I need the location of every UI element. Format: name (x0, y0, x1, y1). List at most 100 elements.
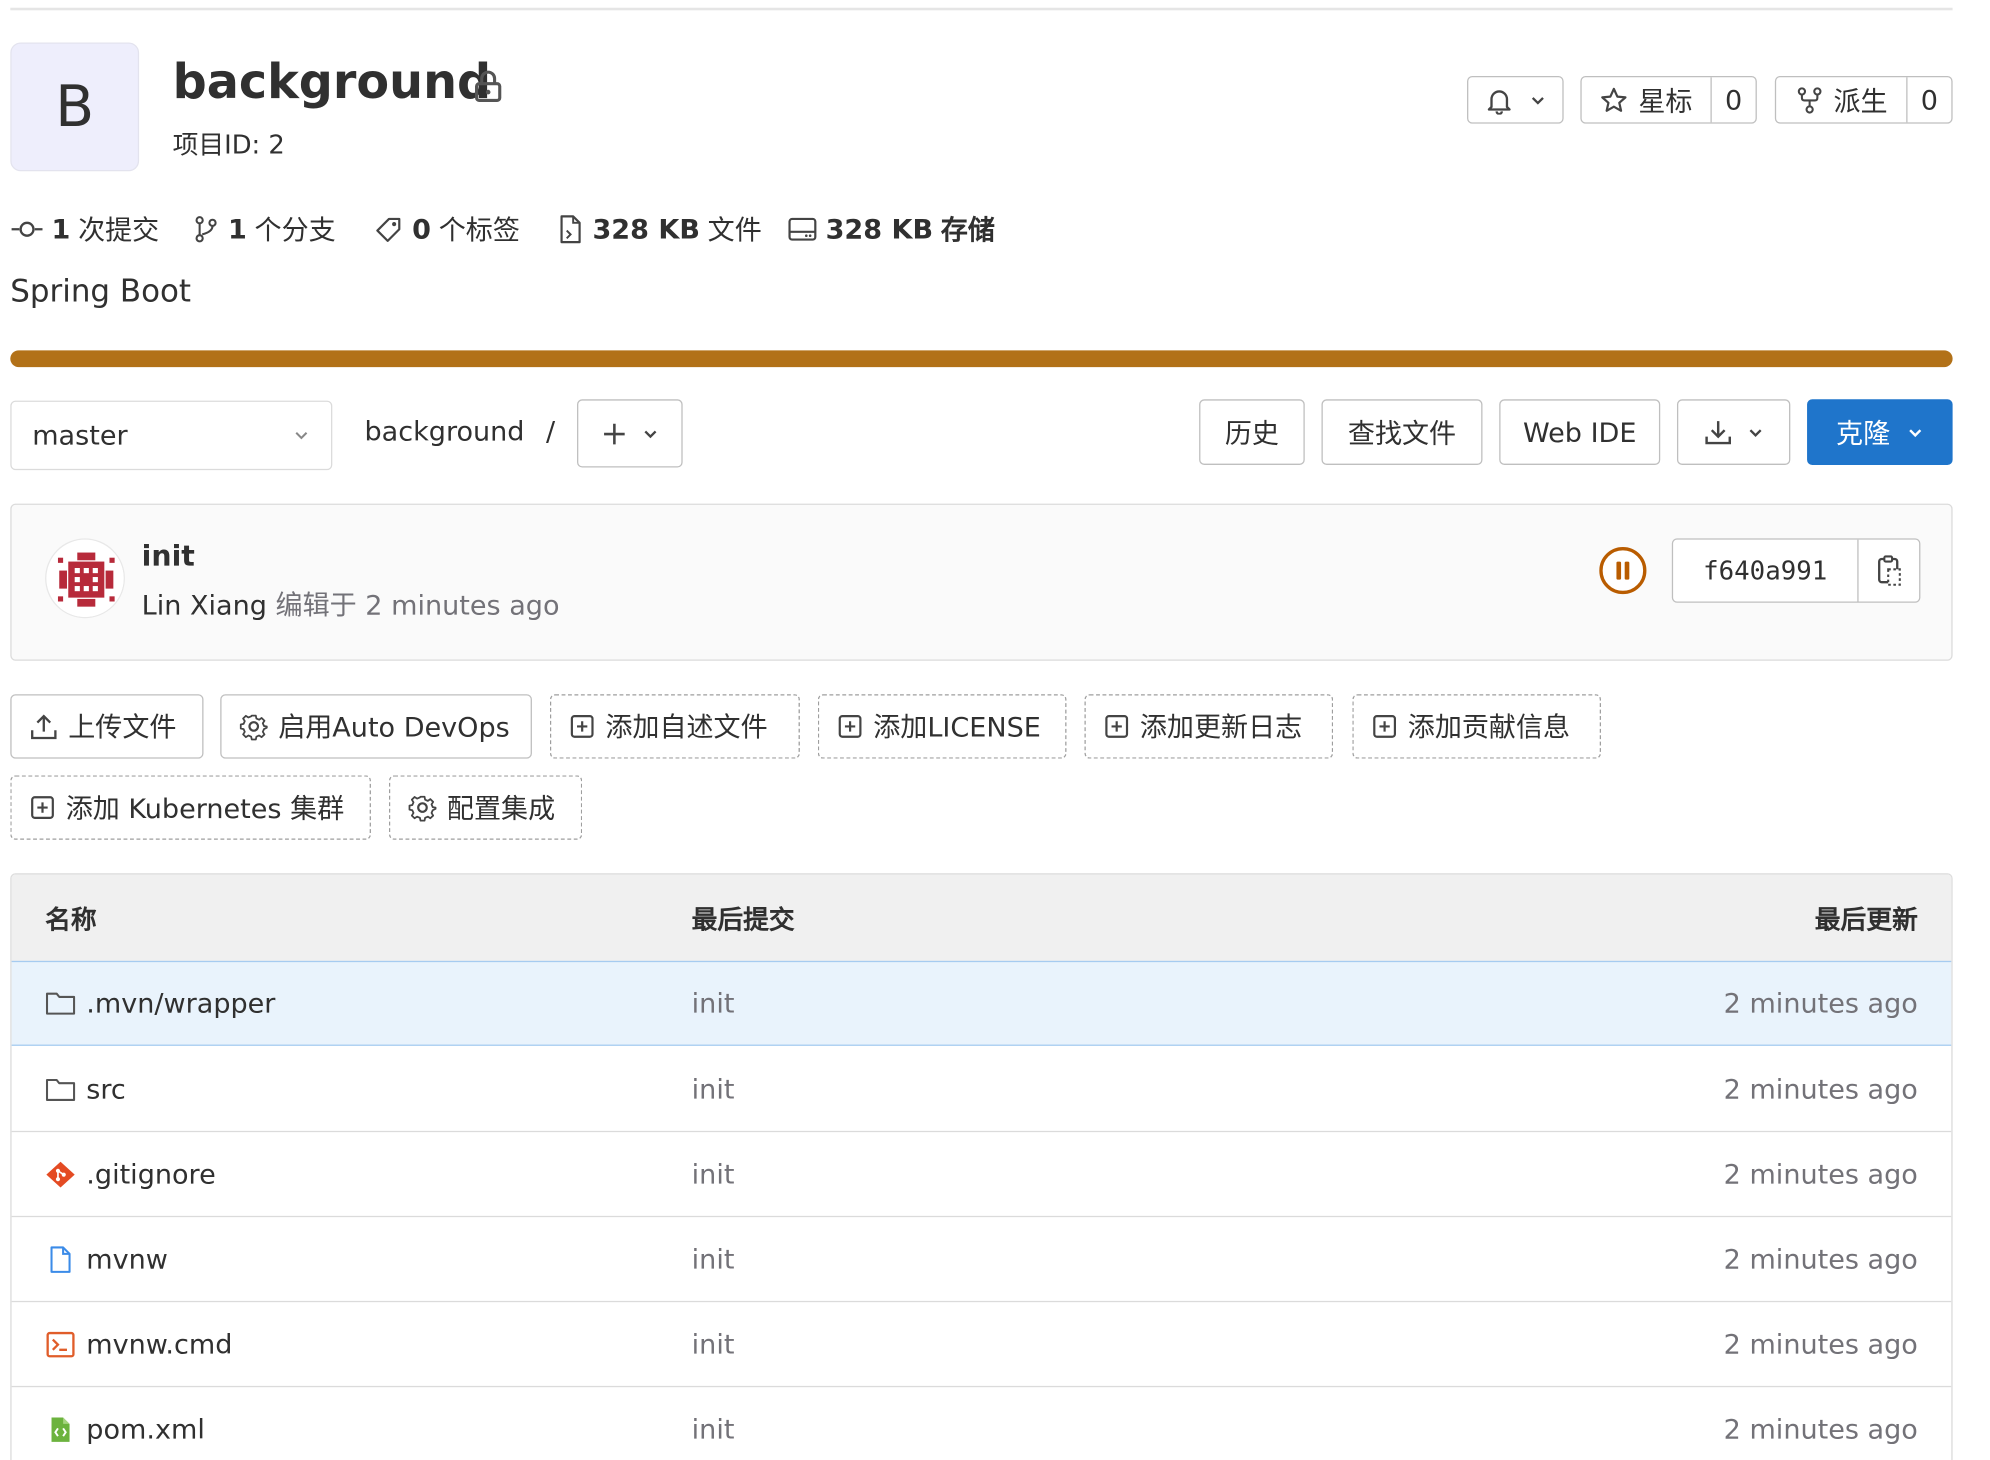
enable-auto-devops-button[interactable]: 启用Auto DevOps (220, 694, 532, 759)
plus-square-icon (1105, 715, 1129, 738)
file-last-update: 2 minutes ago (1723, 1243, 1918, 1275)
copy-sha-button[interactable] (1857, 539, 1919, 602)
file-name[interactable]: src (86, 1074, 126, 1105)
git-icon (46, 1161, 75, 1187)
add-changelog-label: 添加更新日志 (1139, 712, 1303, 744)
add-kubernetes-cluster-button[interactable]: 添加 Kubernetes 集群 (10, 775, 371, 840)
stat-files[interactable]: 328 KB 文件 (556, 210, 762, 249)
file-name[interactable]: mvnw (86, 1244, 168, 1275)
table-row[interactable]: .gitignore init 2 minutes ago (11, 1132, 1952, 1218)
top-divider (10, 7, 1953, 11)
commit-icon (11, 221, 43, 237)
copy-icon (1877, 555, 1901, 586)
file-last-update: 2 minutes ago (1723, 1073, 1918, 1105)
header-last-commit: 最后提交 (691, 904, 795, 936)
xml-file-icon (51, 1417, 70, 1442)
find-file-button[interactable]: 查找文件 (1321, 399, 1483, 465)
file-last-commit[interactable]: init (692, 1047, 735, 1131)
add-contributing-button[interactable]: 添加贡献信息 (1352, 694, 1601, 759)
file-name[interactable]: .gitignore (86, 1159, 215, 1190)
commit-edited-label: 编辑于 (275, 589, 357, 621)
header-last-update: 最后更新 (1814, 904, 1918, 936)
chevron-down-icon (1749, 428, 1762, 437)
file-tree-table: 名称 最后提交 最后更新 .mvn/wrapper init 2 minutes… (10, 873, 1953, 1460)
star-button[interactable]: 星标 0 (1580, 75, 1757, 124)
tag-icon (376, 217, 401, 242)
stat-branches[interactable]: 1 个分支 (192, 210, 336, 249)
table-row[interactable]: src init 2 minutes ago (11, 1047, 1952, 1133)
last-commit-panel: init Lin Xiang 编辑于 2 minutes ago f640a99… (10, 503, 1953, 661)
upload-file-label: 上传文件 (68, 712, 177, 744)
notification-dropdown[interactable] (1467, 75, 1564, 124)
breadcrumb-separator: / (545, 416, 556, 447)
project-avatar: B (10, 42, 140, 172)
file-size-icon (560, 215, 581, 244)
add-license-button[interactable]: 添加LICENSE (817, 694, 1067, 759)
file-last-commit[interactable]: init (692, 962, 735, 1044)
settings-gear-icon (239, 714, 268, 741)
file-name[interactable]: mvnw.cmd (86, 1329, 232, 1360)
add-dropdown-button[interactable] (577, 399, 683, 468)
identicon-avatar (47, 540, 124, 617)
file-last-commit[interactable]: init (692, 1132, 735, 1216)
web-ide-label: Web IDE (1522, 416, 1637, 448)
history-button[interactable]: 历史 (1199, 399, 1305, 465)
author-avatar[interactable] (45, 538, 125, 619)
add-contributing-label: 添加贡献信息 (1407, 712, 1571, 744)
find-file-label: 查找文件 (1347, 417, 1457, 449)
commit-author[interactable]: Lin Xiang (142, 590, 267, 621)
file-last-commit[interactable]: init (692, 1302, 735, 1386)
file-last-update: 2 minutes ago (1723, 987, 1918, 1019)
folder-icon (45, 1078, 76, 1101)
stat-tags[interactable]: 0 个标签 (374, 210, 520, 249)
fork-count[interactable]: 0 (1906, 77, 1951, 123)
download-dropdown[interactable] (1676, 399, 1791, 465)
plus-square-icon (31, 796, 54, 819)
configure-integrations-button[interactable]: 配置集成 (388, 775, 583, 840)
upload-file-button[interactable]: 上传文件 (10, 694, 204, 759)
commit-title[interactable]: init (142, 541, 195, 573)
pipeline-paused-icon[interactable] (1597, 545, 1649, 597)
file-last-update: 2 minutes ago (1723, 1414, 1918, 1446)
fork-button[interactable]: 派生 0 (1774, 75, 1953, 124)
file-name[interactable]: .mvn/wrapper (86, 988, 275, 1019)
fork-icon (1797, 86, 1821, 113)
table-row[interactable]: .mvn/wrapper init 2 minutes ago (11, 960, 1952, 1046)
stat-files-size: 328 KB (592, 213, 700, 245)
file-last-commit[interactable]: init (692, 1387, 735, 1460)
stat-storage[interactable]: 328 KB 存储 (787, 210, 1003, 249)
star-count[interactable]: 0 (1710, 77, 1755, 123)
breadcrumb-project[interactable]: background (365, 416, 525, 447)
stat-files-label: 文件 (707, 215, 762, 247)
stat-tags-count: 0 (412, 213, 431, 245)
chevron-down-icon (1908, 428, 1921, 437)
table-row[interactable]: pom.xml init 2 minutes ago (12, 1387, 1952, 1460)
commit-sha-group: f640a991 (1671, 538, 1921, 603)
file-icon (50, 1245, 71, 1273)
chevron-down-icon (644, 430, 657, 438)
branch-name: master (32, 419, 128, 451)
plus-icon (604, 423, 625, 444)
clone-dropdown-button[interactable]: 克隆 (1807, 399, 1953, 465)
project-title: background (172, 54, 492, 110)
stat-storage-label: 存储 (940, 215, 995, 247)
table-row[interactable]: mvnw init 2 minutes ago (11, 1217, 1952, 1303)
storage-icon (788, 217, 817, 241)
add-changelog-button[interactable]: 添加更新日志 (1084, 694, 1334, 759)
enable-auto-devops-label: 启用Auto DevOps (278, 712, 510, 744)
add-readme-button[interactable]: 添加自述文件 (549, 694, 800, 759)
web-ide-button[interactable]: Web IDE (1499, 399, 1661, 465)
add-readme-label: 添加自述文件 (605, 712, 768, 744)
commit-sha[interactable]: f640a991 (1673, 540, 1857, 602)
branch-selector[interactable]: master (10, 400, 333, 471)
table-row[interactable]: mvnw.cmd init 2 minutes ago (11, 1302, 1952, 1388)
settings-gear-icon (408, 795, 437, 822)
file-last-commit[interactable]: init (692, 1217, 735, 1301)
history-label: 历史 (1224, 417, 1279, 449)
chevron-down-icon (295, 432, 308, 440)
file-name[interactable]: pom.xml (86, 1414, 205, 1445)
stat-commits[interactable]: 1 次提交 (10, 210, 159, 249)
language-bar[interactable] (10, 350, 1953, 368)
clone-label: 克隆 (1836, 417, 1891, 449)
stat-branches-label: 个分支 (254, 215, 336, 247)
